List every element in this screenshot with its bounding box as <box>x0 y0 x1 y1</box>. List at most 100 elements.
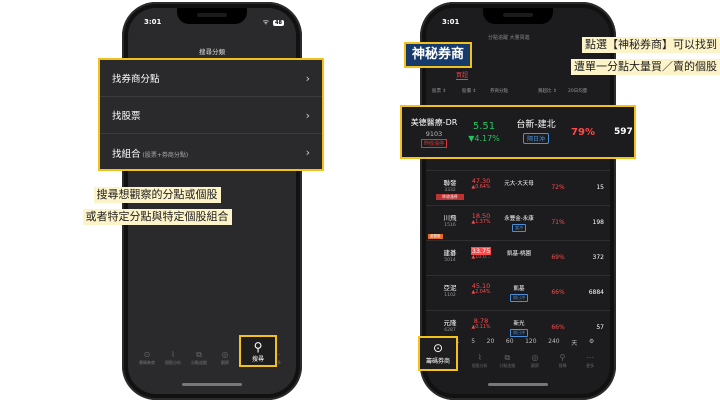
broker-flag: 隔日沖 <box>510 329 528 337</box>
callout-line: 或者特定分點與特定個股組合 <box>82 209 232 225</box>
stock-list: 聯發 3332 昨收漲停 47.30 ▲0.64% 元大-大天母 72% 15 川飛 1… <box>426 170 610 345</box>
range-option[interactable]: 120 <box>525 338 536 350</box>
menu-sublabel: (股票+券商分點) <box>142 151 189 159</box>
status-bar: 3:01 <box>426 18 610 30</box>
buy-ratio: 72% <box>551 184 565 191</box>
stock-price: 33.75 <box>470 247 492 255</box>
price-change: ▲1.37% <box>471 220 491 225</box>
tab-broker[interactable]: ⊙ 籌碼券商 <box>138 350 156 366</box>
tab-buy[interactable]: 買超 <box>456 70 469 80</box>
menu-label: 找組合 <box>112 148 141 160</box>
avg-volume: 6884 <box>588 289 604 296</box>
range-option[interactable]: 60 <box>506 338 514 350</box>
stock-name: 川飛 <box>443 214 457 222</box>
buy-ratio: 79% <box>571 127 595 138</box>
tab-mystery-broker[interactable]: ⊙ 籌碼券商 <box>418 336 458 371</box>
status-bar: 3:01 ᯤ 48 <box>128 18 296 30</box>
range-option[interactable]: 5 <box>471 338 475 350</box>
broker-name: 永豐金-永康 <box>504 216 534 222</box>
stock-code: 9103 <box>425 130 443 138</box>
table-row[interactable]: 聯發 3332 昨收漲停 47.30 ▲0.64% 元大-大天母 72% 15 <box>426 170 610 205</box>
buy-ratio: 66% <box>551 324 565 331</box>
menu-label: 找券商分點 <box>112 74 160 85</box>
tab-search[interactable]: ⚲ 搜尋 <box>554 353 572 369</box>
stock-price: 5.51 <box>472 121 496 132</box>
stock-code: 1102 <box>444 293 456 298</box>
chevron-right-icon: › <box>305 146 310 159</box>
stock-code: 6287 <box>444 328 456 333</box>
status-time: 3:01 <box>144 18 162 26</box>
col-avg-vol: 20日均量 <box>568 89 588 94</box>
buy-ratio: 66% <box>551 289 565 296</box>
location-pin-icon: ⊙ <box>143 350 151 359</box>
check-circle-icon: ◎ <box>221 350 229 359</box>
tab-more[interactable]: ⋯ 更多 <box>581 353 599 369</box>
avg-volume: 198 <box>592 219 604 226</box>
chevron-right-icon: › <box>305 71 310 85</box>
stock-code: 1516 <box>444 223 456 228</box>
col-broker: 券商分點 <box>490 89 508 94</box>
check-circle-icon: ◎ <box>531 353 539 362</box>
price-change: ▲0.11% <box>471 325 491 330</box>
stock-name: 元隆 <box>443 319 457 327</box>
avg-volume: 15 <box>596 184 604 191</box>
tab-watch[interactable]: ◎ 觀察 <box>216 350 234 366</box>
stock-code: 5014 <box>444 258 456 263</box>
chevron-right-icon: › <box>305 108 310 122</box>
avg-volume: 57 <box>596 324 604 331</box>
tab-stock-analysis[interactable]: ⌇ 個股分析 <box>471 353 489 369</box>
search-category-menu: 找券商分點 › 找股票 › 找組合 (股票+券商分點) › <box>98 58 324 171</box>
menu-find-combo[interactable]: 找組合 (股票+券商分點) › <box>100 134 322 171</box>
chart-icon: ⌇ <box>171 350 175 359</box>
broker-name: 台新-建北 <box>516 120 556 130</box>
broker-flag: 當沖 <box>512 224 526 232</box>
range-option[interactable]: 240 <box>548 338 559 350</box>
broker-flag: 隔日沖 <box>510 294 528 302</box>
tab-watch[interactable]: ◎ 觀察 <box>526 353 544 369</box>
stock-code: 3332 <box>444 188 456 193</box>
callout-mystery-hint: 點選【神秘券商】可以找到 遭單一分點大量買／賣的個股 <box>502 33 720 77</box>
table-row[interactable]: 處置股 建碁 5014 33.75 ▲10.0... 凱基-桃園 69% 372 <box>426 234 610 275</box>
stock-name: 聯發 <box>443 179 457 187</box>
highlighted-stock-row[interactable]: 美德醫療-DR 9103 昨收漲停 5.51 ▼4.17% 台新-建北 隔日沖 … <box>400 105 636 159</box>
price-change: ▲10.0... <box>471 255 491 260</box>
battery-icon: 48 <box>273 19 284 26</box>
location-pin-icon: ⊙ <box>432 341 444 355</box>
broker-name: 新光 <box>513 321 525 327</box>
home-indicator <box>182 383 242 386</box>
broker-flag: 隔日沖 <box>522 133 549 144</box>
mystery-broker-label[interactable]: 神秘券商 <box>404 42 472 68</box>
tab-stock-analysis[interactable]: ⌇ 個股分析 <box>164 350 182 366</box>
table-row[interactable]: 川飛 1516 18.50 ▲1.37% 永豐金-永康 當沖 71% 198 <box>426 205 610 240</box>
col-ratio[interactable]: 買超比 ⇕ <box>538 88 568 100</box>
home-indicator <box>488 383 548 386</box>
copy-icon: ⧉ <box>196 350 202 359</box>
search-icon: ⚲ <box>559 353 566 362</box>
menu-find-stock[interactable]: 找股票 › <box>100 97 322 134</box>
callout-line: 搜尋想觀察的分點或個股 <box>93 187 221 203</box>
callout-line: 遭單一分點大量買／賣的個股 <box>571 59 720 75</box>
search-icon: ⚲ <box>253 340 263 354</box>
tab-branch-track[interactable]: ⧉ 分點追蹤 <box>498 353 516 369</box>
tab-search[interactable]: ⚲ 搜尋 <box>239 335 277 367</box>
more-icon: ⋯ <box>586 353 595 362</box>
broker-name: 元大-大天母 <box>504 181 534 187</box>
range-option[interactable]: 20 <box>487 338 495 350</box>
stock-price: 45.10 <box>471 282 491 290</box>
tab-branch-track[interactable]: ⧉ 分點追蹤 <box>190 350 208 366</box>
stock-price: 18.50 <box>471 212 491 220</box>
status-time: 3:01 <box>442 18 460 26</box>
tutorial-canvas: 3:01 ᯤ 48 搜尋分類 ⊙ 籌碼券商 ⌇ 個股分析 ⧉ 分點追蹤 ◎ 觀察 ⋯ 更多… <box>0 0 720 405</box>
menu-label: 找股票 <box>112 111 141 122</box>
price-change: ▲2.04% <box>471 290 491 295</box>
menu-find-broker[interactable]: 找券商分點 › <box>100 60 322 97</box>
page-title: 搜尋分類 <box>199 48 225 56</box>
settings-icon[interactable]: ⚙ <box>589 338 594 350</box>
col-price[interactable]: 股價 ⇕ <box>462 88 490 100</box>
disposal-tag: 處置股 <box>428 234 443 239</box>
col-stock[interactable]: 股票 ⇕ <box>432 88 462 100</box>
stock-name: 美德醫療-DR <box>410 118 458 127</box>
table-row[interactable]: 亞泥 1102 45.10 ▲2.04% 凱基 隔日沖 66% 6884 <box>426 275 610 310</box>
wifi-icon: ᯤ <box>262 18 270 26</box>
range-unit: 天 <box>571 340 578 347</box>
